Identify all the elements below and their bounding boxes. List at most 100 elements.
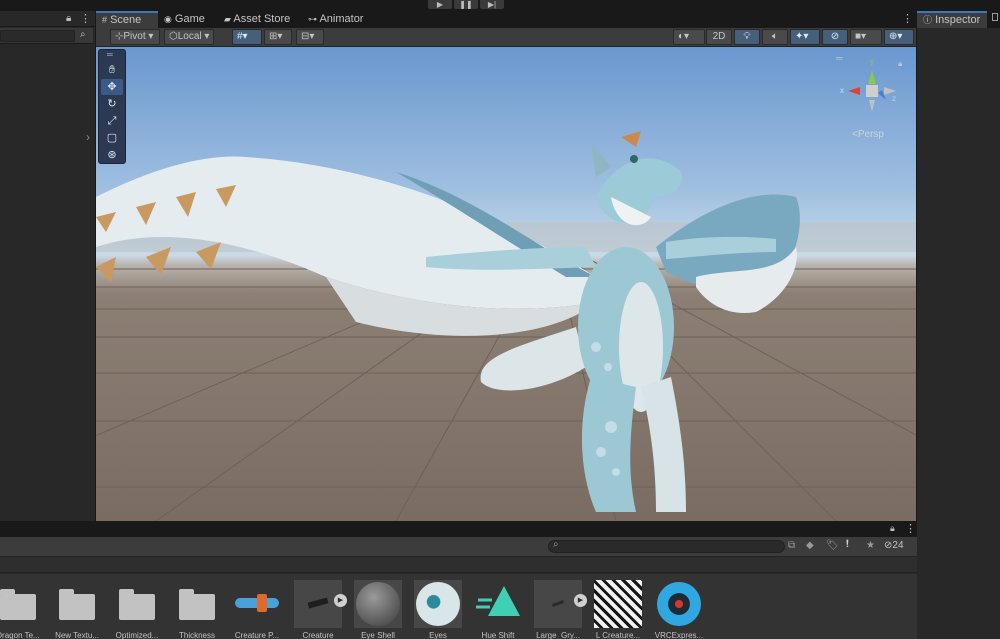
pivot-dropdown[interactable]: ⊹Pivot ▾: [110, 29, 160, 45]
folder-icon: [0, 580, 42, 628]
asset-item-texture[interactable]: L Creature...: [590, 578, 646, 639]
shader-icon: [474, 580, 522, 628]
play-button[interactable]: ▶: [428, 0, 452, 9]
asset-label: Hue Shift: [481, 631, 515, 639]
move-tool-button[interactable]: ✥: [101, 79, 123, 95]
shading-mode-dropdown[interactable]: ◐▾: [673, 29, 705, 45]
asset-item-folder[interactable]: Optimized...: [109, 578, 165, 639]
expand-icon[interactable]: ▶: [574, 594, 587, 607]
hidden-packages-counter[interactable]: ⊘24: [884, 540, 904, 551]
warning-icon[interactable]: ❗︎: [846, 539, 849, 550]
info-icon: ⓘ: [923, 15, 933, 25]
asset-item-folder[interactable]: Thickness: [169, 578, 225, 639]
asset-label: New Textu...: [55, 631, 99, 639]
asset-item-material[interactable]: Eye Shell: [350, 578, 406, 639]
grid-visibility-button[interactable]: ⊟▾: [296, 29, 324, 45]
scale-icon: ⤢: [107, 115, 117, 127]
project-header: 🔒︎ ⋮: [0, 522, 917, 537]
local-dropdown[interactable]: ⬡Local ▾: [164, 29, 214, 45]
gizmos-dropdown[interactable]: ⊕▾: [884, 29, 914, 45]
gizmo-y-label: y: [870, 57, 874, 66]
search-filter-icon[interactable]: ⧉: [788, 540, 795, 551]
scale-tool-button[interactable]: ⤢: [101, 113, 123, 129]
folder-icon: [173, 580, 221, 628]
hierarchy-list: ›: [0, 44, 95, 521]
effects-button[interactable]: ✦▾: [790, 29, 820, 45]
step-button[interactable]: ▶|: [480, 0, 504, 9]
tab-game[interactable]: ◉ Game: [158, 11, 213, 28]
snap-increment-button[interactable]: ⊞▾: [264, 29, 292, 45]
asset-item-model[interactable]: ▶ Large_Gry...: [530, 578, 587, 639]
lock-icon[interactable]: 🔒︎: [890, 523, 895, 534]
lock-icon[interactable]: 🔒︎: [66, 13, 71, 24]
scene-viewport[interactable]: ═ 🔒︎ y x z <Persp: [96, 47, 916, 521]
scene-render: [96, 131, 916, 521]
favorite-icon[interactable]: ★: [866, 540, 875, 551]
tool-palette: ═ ✋︎ ✥ ↻ ⤢ ▢ ⊛: [98, 49, 126, 164]
scene-toolbar: ⊹Pivot ▾ ⬡Local ▾ #▾ ⊞▾ ⊟▾ ◐▾ 2D 💡︎ 🔈︎ ✦…: [96, 28, 916, 47]
pause-button[interactable]: ❚❚: [454, 0, 478, 9]
search-icon: ⌕: [553, 539, 559, 550]
asset-item-folder[interactable]: Dragon Te...: [0, 578, 46, 639]
chevron-down-icon: ▾: [201, 31, 210, 42]
mode-2d-button[interactable]: 2D: [706, 29, 732, 45]
more-icon[interactable]: ⋮: [902, 12, 913, 25]
audio-button[interactable]: 🔈︎: [762, 29, 788, 45]
asset-item-model[interactable]: ▶ Creature: [290, 578, 347, 639]
label-filter-icon[interactable]: 🏷︎: [826, 540, 839, 551]
rect-tool-button[interactable]: ▢: [101, 130, 123, 146]
camera-dropdown[interactable]: ■▾: [850, 29, 882, 45]
asset-item-folder[interactable]: New Textu...: [49, 578, 105, 639]
speaker-icon: 🔈︎: [772, 31, 778, 42]
move-icon: ✥: [107, 81, 117, 93]
perspective-label[interactable]: <Persp: [852, 129, 884, 140]
hand-tool-button[interactable]: ✋︎: [101, 62, 123, 78]
transform-icon: ⊛: [107, 149, 117, 161]
animator-icon: ⊶: [308, 14, 317, 24]
asset-label: L Creature...: [595, 631, 641, 639]
breadcrumb: [0, 557, 917, 573]
type-filter-icon[interactable]: ◆: [806, 540, 814, 551]
asset-item-shader[interactable]: Hue Shift: [470, 578, 526, 639]
camera-icon: ■▾: [855, 31, 867, 42]
asset-grid: Dragon Te... New Textu... Optimized... T…: [0, 574, 917, 639]
more-icon[interactable]: ⋮: [905, 522, 916, 535]
transform-tool-button[interactable]: ⊛: [101, 147, 123, 163]
asset-label: Creature: [302, 631, 334, 639]
more-icon[interactable]: ⋮: [80, 12, 91, 25]
orientation-gizmo[interactable]: ═ 🔒︎ y x z <Persp: [836, 52, 906, 142]
asset-label: VRCExpres...: [654, 631, 704, 639]
hierarchy-search-input[interactable]: [0, 30, 75, 42]
gamepad-icon: ◉: [164, 14, 172, 24]
gizmo-x-label: x: [840, 86, 844, 95]
collapse-arrow-icon[interactable]: ›: [86, 130, 90, 144]
tab-asset-store[interactable]: ▰ Asset Store: [218, 11, 298, 28]
grid-visibility-icon: ⊟▾: [301, 31, 315, 42]
gizmo-icon: ⊕▾: [889, 31, 903, 42]
palette-handle-icon[interactable]: ═: [107, 50, 113, 59]
tab-inspector[interactable]: ⓘ Inspector: [917, 11, 987, 28]
rotate-tool-button[interactable]: ↻: [101, 96, 123, 112]
project-search-input[interactable]: ⌕: [548, 539, 785, 553]
asset-label: Large_Gry...: [536, 631, 580, 639]
hierarchy-panel: 🔒︎ ⋮ ⌕ ›: [0, 11, 95, 521]
grid-snap-icon: #▾: [237, 31, 248, 42]
eye-slash-icon: ⊘: [830, 31, 840, 42]
rotate-icon: ↻: [107, 98, 117, 110]
asset-item-material[interactable]: Eyes: [410, 578, 466, 639]
asset-item-asset[interactable]: VRCExpres...: [651, 578, 707, 639]
grid-snap-button[interactable]: #▾: [232, 29, 262, 45]
search-options-icon[interactable]: ⌕: [80, 29, 86, 40]
tab-label: Game: [174, 13, 205, 25]
hidden-objects-button[interactable]: ⊘: [822, 29, 848, 45]
tab-animator[interactable]: ⊶ Animator: [302, 11, 371, 28]
asset-item-prefab[interactable]: Creature P...: [229, 578, 285, 639]
pivot-label: Pivot: [123, 31, 146, 42]
lock-icon[interactable]: [992, 13, 998, 21]
gizmo-z-label: z: [892, 94, 896, 103]
hand-icon: ✋︎: [108, 64, 116, 76]
tab-scene[interactable]: # Scene: [96, 11, 158, 28]
lighting-button[interactable]: 💡︎: [734, 29, 760, 45]
expand-icon[interactable]: ▶: [334, 594, 347, 607]
prefab-icon: [233, 580, 281, 628]
